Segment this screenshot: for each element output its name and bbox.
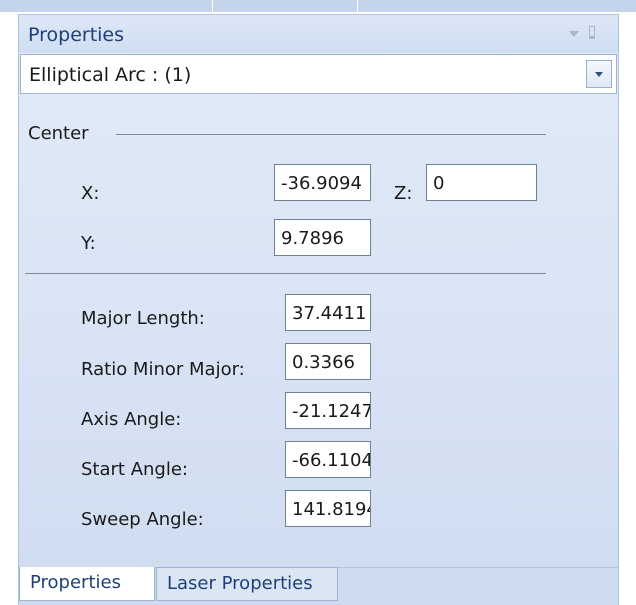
panel-header: Properties — [19, 15, 618, 53]
start-angle-label: Start Angle: — [81, 459, 188, 480]
ratio-minor-major-label: Ratio Minor Major: — [81, 359, 245, 380]
sweep-angle-label: Sweep Angle: — [81, 509, 204, 530]
panel-title: Properties — [28, 24, 125, 46]
axis-angle-value: -21.1247 — [292, 401, 371, 422]
y-field-value: 9.7896 — [281, 228, 344, 249]
tab-separator — [357, 0, 358, 12]
tab-properties[interactable]: Properties — [19, 567, 155, 601]
chevron-down-icon — [595, 72, 603, 77]
tab-laser-properties[interactable]: Laser Properties — [156, 567, 338, 601]
center-group-title: Center — [28, 123, 89, 144]
axis-angle-field[interactable]: -21.1247 — [285, 392, 371, 429]
y-field[interactable]: 9.7896 — [274, 219, 371, 256]
top-tab-strip — [0, 0, 636, 12]
major-length-label: Major Length: — [81, 308, 205, 329]
axis-angle-label: Axis Angle: — [81, 409, 182, 430]
x-field-value: -36.9094 — [281, 173, 362, 194]
section-separator — [25, 273, 546, 274]
z-field[interactable]: 0 — [426, 164, 537, 201]
object-selector[interactable]: Elliptical Arc : (1) — [20, 54, 617, 94]
sweep-angle-field[interactable]: 141.8194 — [285, 490, 371, 527]
ratio-minor-major-field[interactable]: 0.3366 — [285, 343, 371, 380]
tab-laser-properties-label: Laser Properties — [167, 573, 313, 594]
x-field[interactable]: -36.9094 — [274, 164, 371, 201]
object-selector-value: Elliptical Arc : (1) — [29, 64, 192, 86]
z-field-value: 0 — [433, 173, 445, 194]
start-angle-field[interactable]: -66.1104 — [285, 441, 371, 478]
pin-icon[interactable] — [589, 26, 595, 39]
dropdown-arrow-icon[interactable] — [569, 31, 579, 37]
center-group-line — [116, 134, 546, 135]
major-length-field[interactable]: 37.4411 — [285, 294, 371, 331]
ratio-minor-major-value: 0.3366 — [292, 352, 355, 373]
y-label: Y: — [81, 233, 96, 254]
x-label: X: — [81, 183, 100, 204]
z-label: Z: — [394, 183, 413, 204]
object-selector-dropdown-button[interactable] — [586, 60, 612, 88]
tab-separator — [212, 0, 213, 12]
properties-panel: Properties Elliptical Arc : (1) Center X… — [18, 14, 619, 605]
start-angle-value: -66.1104 — [292, 450, 371, 471]
tab-properties-label: Properties — [30, 572, 121, 593]
major-length-value: 37.4411 — [292, 303, 367, 324]
sweep-angle-value: 141.8194 — [292, 499, 371, 520]
